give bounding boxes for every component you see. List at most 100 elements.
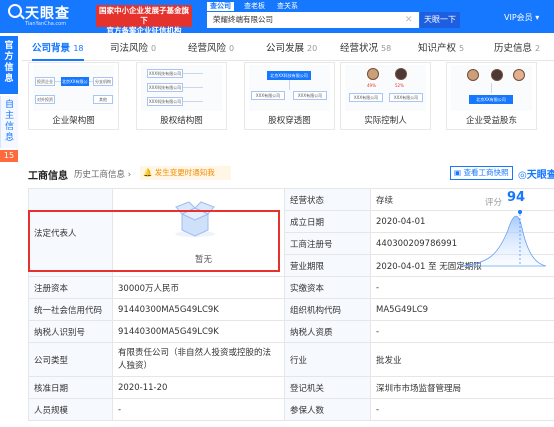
diagram-node: XXX有限公司 [389,93,423,102]
sidebar-count-badge: 15 [0,150,18,162]
status-value: 存续 [376,195,394,206]
search-tab-relation[interactable]: 查关系 [274,2,301,11]
tab-history[interactable]: 历史信息 2 [494,39,540,61]
slogan-line-2: 官方备案企业征信机构 [106,26,182,35]
table-label: 公司类型 [28,342,113,377]
search-tab-boss[interactable]: 查老板 [241,2,268,11]
tab-operations[interactable]: 经营状况 58 [340,39,391,61]
history-link[interactable]: 历史工商信息 › [74,168,131,180]
table-row: 核准日期 2020-11-20 登记机关 深圳市市场监督管理局 [28,376,554,399]
search-tab-company[interactable]: 查公司 [207,2,234,11]
notify-button[interactable]: 🔔 发生变更时通知我 [140,166,231,180]
person-avatar-icon [491,69,503,81]
equity-structure-diagram: XXX科技有限公司 XXX科技有限公司 XXX科技有限公司 [141,65,222,111]
brand-logo: ◎天眼查 [518,170,554,181]
table-value: - [370,276,554,299]
table-value: 有限责任公司（非自然人投资或控股的法人独资） [112,342,285,377]
report-icon: ▣ [454,168,462,177]
sidebar-item-label: 自主信息 [4,100,14,143]
tab-legal-risk[interactable]: 司法风险 0 [110,39,156,61]
diagram-connector [289,80,290,90]
person-avatar-icon [367,68,379,80]
search-input[interactable]: 荣耀终端有限公司 [207,12,419,28]
table-value: - [112,398,285,421]
section-tabs: 公司背景 18 司法风险 0 经营风险 0 公司发展 20 经营状况 58 知识… [22,39,554,61]
table-label: 登记机关 [284,376,371,399]
tab-business-risk[interactable]: 经营风险 0 [188,39,234,61]
table-value: 深圳市市场监督管理局 [370,376,554,399]
table-label: 纳税人资质 [284,320,371,343]
notify-label: 发生变更时通知我 [154,168,215,177]
tab-ip[interactable]: 知识产权 5 [418,39,464,61]
table-row: 注册资本 30000万人民币 实缴资本 - [28,276,554,299]
sidebar-item-label: 官方信息 [4,41,14,84]
card-label: 实际控制人 [341,113,430,129]
table-value: - [370,398,554,421]
table-label: 人员规模 [28,398,113,421]
tab-development[interactable]: 公司发展 20 [266,39,317,61]
diagram-node: 其他 [93,95,113,104]
beneficiary-diagram: 北京XX有限公司 [451,65,532,111]
logo-text[interactable]: 天眼查 [25,3,70,23]
sidebar-item-self[interactable]: 自主信息 [0,96,18,148]
diagram-node: 投资企业 [35,77,55,86]
card-label: 企业架构图 [29,113,118,129]
table-label: 组织机构代码 [284,298,371,321]
clear-icon[interactable]: ✕ [405,12,413,28]
equity-penetration-diagram: 北京XX科技有限公司 XXX有限公司 XXX有限公司 [249,65,330,111]
diagram-node: XXX科技有限公司 [147,69,183,78]
table-label: 成立日期 [284,210,371,233]
diagram-node: XXX有限公司 [251,91,285,100]
section-title: 工商信息 [28,171,68,182]
table-value: 30000万人民币 [112,276,285,299]
diagram-node: XXX科技有限公司 [147,83,183,92]
search-button[interactable]: 天眼一下 [420,12,460,28]
card-enterprise-structure[interactable]: 北京XX有限公司 投资企业 分支机构 对外投资 其他 企业架构图 [28,62,119,130]
table-value: 91440300MA5G49LC9K [112,320,285,343]
card-equity-penetration[interactable]: 北京XX科技有限公司 XXX有限公司 XXX有限公司 股权穿透图 [244,62,335,130]
bell-icon: 🔔 [143,168,153,177]
vip-menu[interactable]: VIP会员 ▾ [504,12,539,23]
diagram-connector [183,101,203,102]
table-label: 核准日期 [28,376,113,399]
card-label: 股权结构图 [137,113,226,129]
card-label: 股权穿透图 [245,113,334,129]
slogan-badge: 国家中小企业发展子基金旗下 官方备案企业征信机构 [96,5,192,35]
table-value: 91440300MA5G49LC9K [112,298,285,321]
table-row: 公司类型 有限责任公司（非自然人投资或控股的法人独资） 行业 批发业 [28,342,554,377]
percent-tag: 52% [395,83,404,88]
business-info-header: 工商信息 历史工商信息 › 🔔 发生变更时通知我 ▣ 查看工商快照 ◎天眼查 [22,164,554,182]
diagram-node: 分支机构 [93,77,113,86]
slogan-line-1: 国家中小企业发展子基金旗下 [99,6,189,25]
table-label: 注册资本 [28,276,113,299]
table-value: 2020-11-20 [112,376,285,399]
person-avatar-icon [395,68,407,80]
score-distribution-chart [459,210,547,267]
diagram-connector [183,87,203,88]
table-value: 批发业 [370,342,554,377]
diagram-node: 北京XX有限公司 [61,77,89,86]
controller-diagram: 49% 52% XXX有限公司 XXX有限公司 [345,65,426,111]
diagram-connector [89,81,93,82]
diagram-node: 北京XX科技有限公司 [267,71,311,80]
card-equity-structure[interactable]: XXX科技有限公司 XXX科技有限公司 XXX科技有限公司 股权结构图 [136,62,227,130]
card-controller[interactable]: 49% 52% XXX有限公司 XXX有限公司 实际控制人 [340,62,431,130]
sidebar-item-official[interactable]: 官方信息 [0,36,18,94]
report-button[interactable]: ▣ 查看工商快照 [450,166,513,180]
table-label: 经营状态 [284,188,371,211]
person-avatar-icon [467,69,479,81]
table-label: 纳税人识别号 [28,320,113,343]
logo-subtitle: TianYanCha.com [25,21,67,27]
diagram-node: 北京XX有限公司 [469,95,513,104]
table-row: 纳税人识别号 91440300MA5G49LC9K 纳税人资质 - [28,320,554,343]
tab-background[interactable]: 公司背景 18 [32,39,84,61]
diagram-node: XXX科技有限公司 [147,97,183,106]
table-label: 实缴资本 [284,276,371,299]
card-beneficiary[interactable]: 北京XX有限公司 企业受益股东 [446,62,537,130]
person-avatar-icon [513,69,525,81]
logo-magnifier-icon: ◎ [518,170,527,181]
table-label: 营业期限 [284,254,371,277]
table-value: MA5G49LC9 [370,298,554,321]
highlight-box [28,210,280,272]
card-label: 企业受益股东 [447,113,536,129]
